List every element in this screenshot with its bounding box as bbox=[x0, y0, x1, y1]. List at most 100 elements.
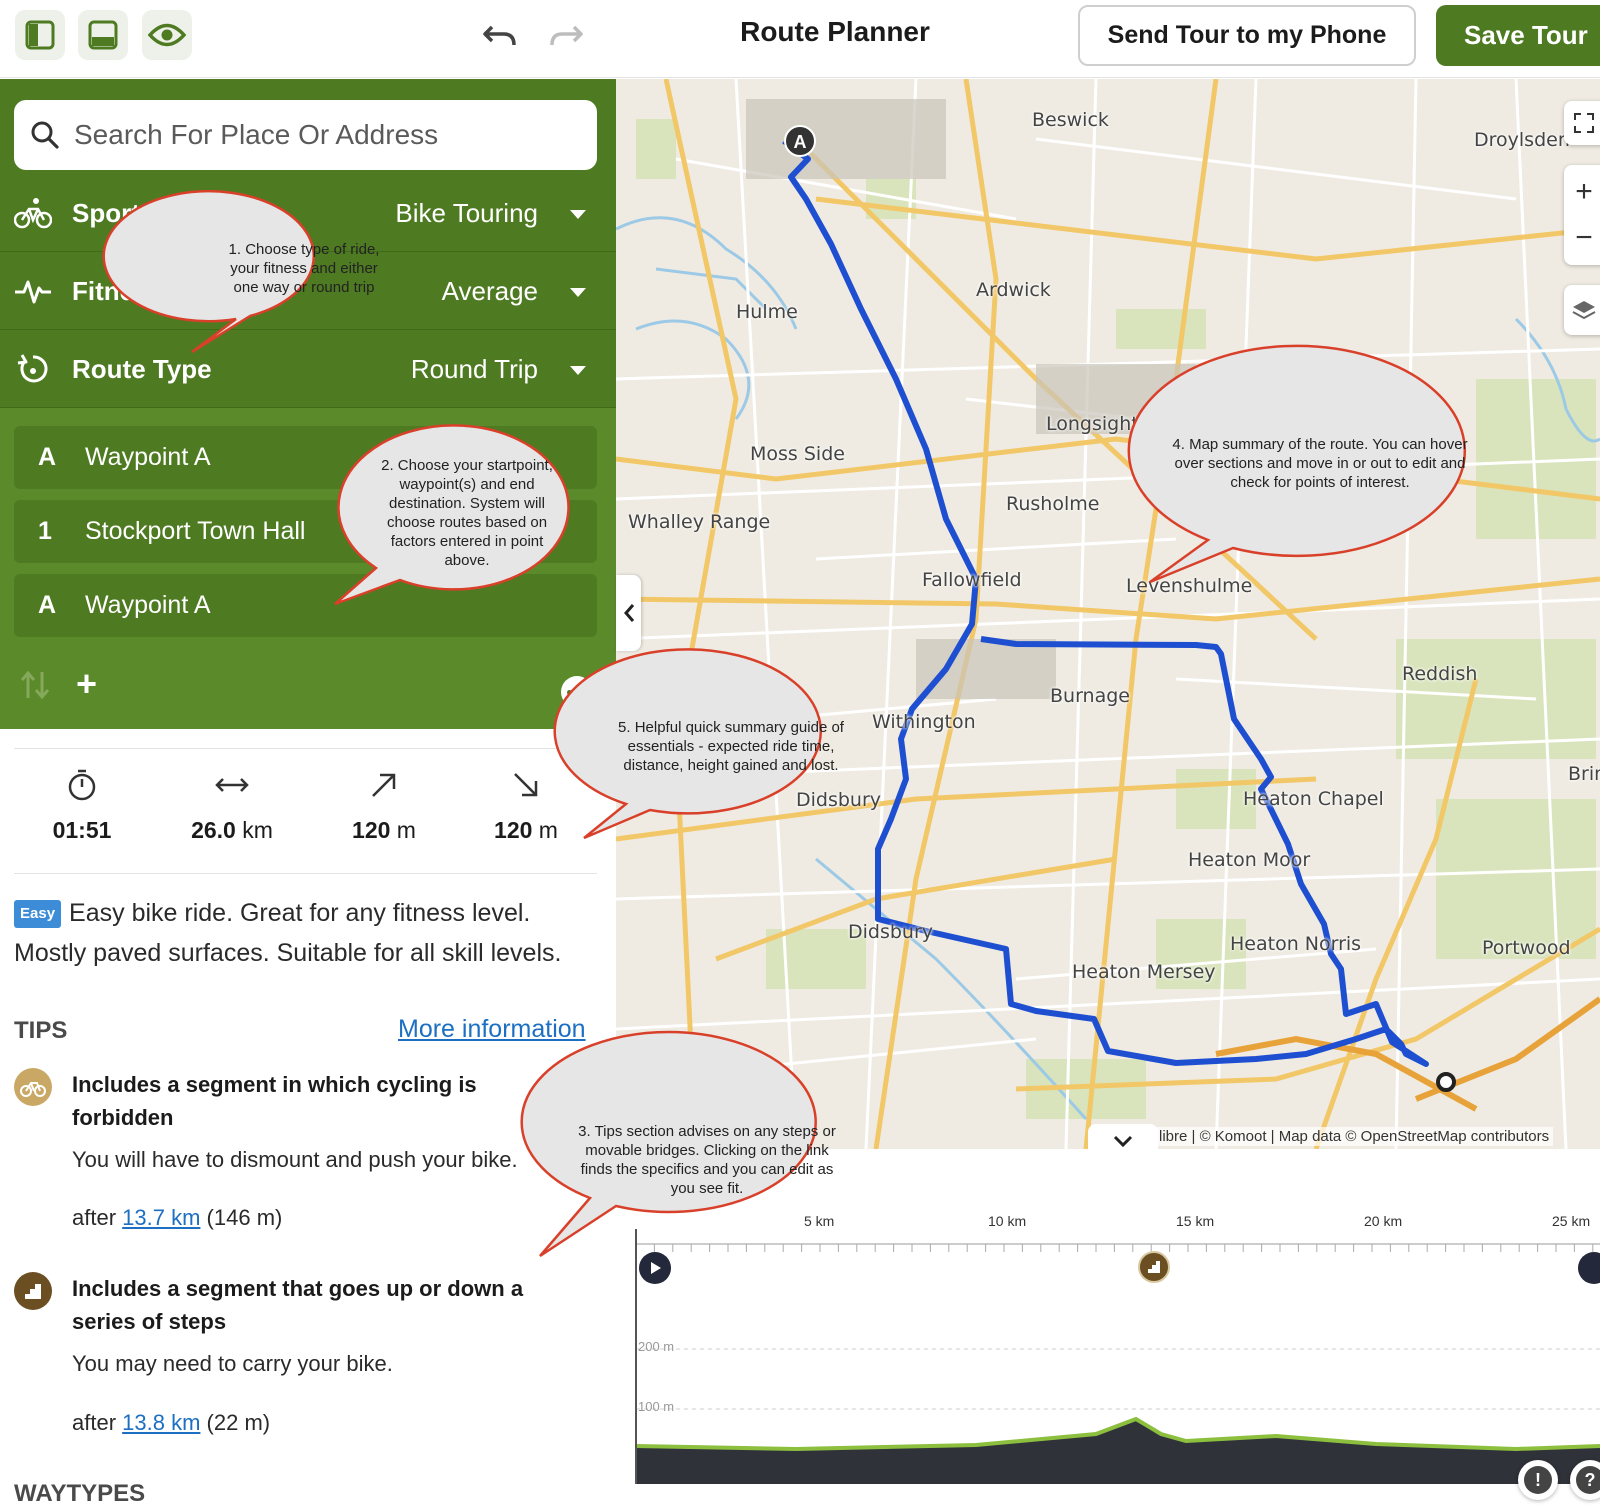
map-label: Heaton Mersey bbox=[1072, 961, 1216, 983]
tip-title: Includes a segment that goes up or down … bbox=[72, 1276, 524, 1334]
difficulty-summary: Easy Easy bike ride. Great for any fitnes… bbox=[14, 893, 604, 973]
map-label: Droylsden bbox=[1474, 129, 1570, 151]
map-label: Fallowfield bbox=[922, 569, 1022, 591]
route-type-selector[interactable]: Route Type Round Trip bbox=[0, 330, 616, 408]
uphill-icon bbox=[372, 773, 396, 797]
fullscreen-icon[interactable] bbox=[1564, 101, 1600, 145]
bottom-panel-icon[interactable] bbox=[78, 10, 128, 60]
map-label: Reddish bbox=[1402, 663, 1478, 685]
map-label: Beswick bbox=[1032, 109, 1109, 131]
layers-icon[interactable] bbox=[1564, 285, 1600, 335]
sidebar-panel-icon[interactable] bbox=[15, 10, 65, 60]
report-issue-icon[interactable]: ! bbox=[1518, 1460, 1558, 1500]
waypoint-item[interactable]: A Waypoint A bbox=[14, 574, 597, 637]
distance-icon bbox=[215, 778, 249, 792]
page-title: Route Planner bbox=[740, 16, 930, 47]
map-label: Didsbury bbox=[796, 789, 882, 811]
map-label: Ardwick bbox=[976, 279, 1051, 301]
steps-marker-icon[interactable] bbox=[1138, 1251, 1170, 1283]
route-type-label: Route Type bbox=[72, 354, 212, 384]
elevation-chart[interactable] bbox=[616, 1149, 1600, 1507]
map-label: Heaton Norris bbox=[1230, 933, 1362, 955]
callout-2-text: 2. Choose your startpoint, waypoint(s) a… bbox=[381, 457, 553, 569]
map-label: Brin bbox=[1568, 763, 1600, 785]
route-map[interactable]: A Beswick Droylsden Ardwick Hulme Longsi… bbox=[616, 79, 1600, 1149]
eye-icon[interactable] bbox=[142, 10, 192, 60]
start-marker[interactable]: A bbox=[784, 125, 816, 157]
duration-value: 01:51 bbox=[52, 817, 112, 843]
callout-1-text: 1. Choose type of ride, your fitness and… bbox=[228, 241, 380, 296]
waypoint-name[interactable]: Waypoint A bbox=[85, 443, 211, 472]
zoom-controls[interactable]: + − bbox=[1564, 165, 1600, 265]
elev-x-tick: 20 km bbox=[1364, 1213, 1403, 1229]
chevron-down-icon[interactable] bbox=[570, 288, 586, 297]
tip-location: after 13.7 km (146 m) bbox=[72, 1205, 282, 1231]
difficulty-text: Easy bike ride. Great for any fitness le… bbox=[14, 899, 562, 967]
tip-description: You may need to carry your bike. bbox=[72, 1351, 393, 1376]
elev-x-tick: 15 km bbox=[1176, 1213, 1215, 1229]
tip-distance-link[interactable]: 13.7 km bbox=[122, 1205, 200, 1230]
elev-x-tick: 5 km bbox=[804, 1213, 835, 1229]
map-label: Heaton Moor bbox=[1188, 849, 1311, 871]
tips-heading: TIPS bbox=[14, 1017, 68, 1044]
divider bbox=[14, 748, 597, 749]
stat-duration: 01:51 bbox=[12, 768, 152, 844]
zoom-out-icon[interactable]: − bbox=[1575, 223, 1593, 253]
waypoint-name[interactable]: Stockport Town Hall bbox=[85, 517, 305, 546]
route-type-value[interactable]: Round Trip bbox=[411, 354, 538, 385]
more-options-icon[interactable] bbox=[561, 676, 593, 708]
map-attribution: libre | © Komoot | Map data © OpenStreet… bbox=[1155, 1127, 1554, 1146]
search-input[interactable] bbox=[74, 119, 554, 151]
elev-y-tick: 200 m bbox=[638, 1339, 675, 1354]
add-waypoint-button[interactable]: + bbox=[76, 666, 97, 702]
chevron-down-icon[interactable] bbox=[570, 366, 586, 375]
fitness-value[interactable]: Average bbox=[442, 276, 538, 307]
chevron-left-icon bbox=[623, 604, 634, 622]
waypoint-tag: A bbox=[38, 443, 57, 471]
tip-distance-link[interactable]: 13.8 km bbox=[122, 1410, 200, 1435]
uphill-value: 120 bbox=[352, 817, 391, 843]
stat-downhill: 120 m bbox=[456, 768, 596, 844]
waypoint-name[interactable]: Waypoint A bbox=[85, 591, 211, 620]
fitness-label: Fitness bbox=[72, 276, 164, 306]
waypoint-marker[interactable] bbox=[1436, 1072, 1456, 1092]
tip-length: (22 m) bbox=[206, 1410, 271, 1435]
save-tour-button[interactable]: Save Tour bbox=[1436, 5, 1600, 66]
play-icon[interactable] bbox=[639, 1252, 671, 1284]
map-label: Withington bbox=[872, 711, 976, 733]
map-label: Whalley Range bbox=[628, 511, 771, 533]
collapse-sidebar-button[interactable] bbox=[616, 575, 641, 651]
tip-after-label: after bbox=[72, 1205, 117, 1230]
stat-distance: 26.0 km bbox=[162, 768, 302, 844]
more-information-link[interactable]: More information bbox=[398, 1015, 586, 1044]
search-box[interactable] bbox=[14, 100, 597, 170]
waytypes-heading: WAYTYPES bbox=[14, 1480, 146, 1507]
downhill-unit: m bbox=[538, 817, 558, 843]
waypoint-tag: A bbox=[38, 591, 57, 619]
zoom-in-icon[interactable]: + bbox=[1575, 177, 1593, 207]
map-label: Didsbury bbox=[848, 921, 934, 943]
divider bbox=[14, 873, 597, 874]
downhill-value: 120 bbox=[494, 817, 533, 843]
redo-icon[interactable] bbox=[544, 16, 588, 56]
elev-y-tick: 100 m bbox=[638, 1399, 675, 1414]
callout-4-text: 4. Map summary of the route. You can hov… bbox=[1172, 436, 1468, 491]
tip-after-label: after bbox=[72, 1410, 117, 1435]
map-label: Rusholme bbox=[1006, 493, 1100, 515]
no-cycling-icon bbox=[14, 1068, 52, 1106]
send-to-phone-button[interactable]: Send Tour to my Phone bbox=[1078, 5, 1416, 66]
chevron-down-icon[interactable] bbox=[570, 210, 586, 219]
distance-unit: km bbox=[242, 817, 273, 843]
callout-3-text: 3. Tips section advises on any steps or … bbox=[578, 1123, 836, 1197]
round-trip-icon bbox=[14, 350, 52, 388]
steps-icon bbox=[14, 1272, 52, 1310]
map-label: Heaton Chapel bbox=[1243, 788, 1384, 810]
route-overlay[interactable]: A bbox=[616, 79, 1600, 1149]
search-icon bbox=[31, 121, 59, 149]
undo-icon[interactable] bbox=[478, 16, 522, 56]
difficulty-badge: Easy bbox=[14, 900, 62, 928]
reverse-route-icon[interactable] bbox=[18, 668, 52, 707]
stopwatch-icon bbox=[68, 769, 96, 801]
sport-value[interactable]: Bike Touring bbox=[395, 198, 538, 229]
map-label: Moss Side bbox=[750, 443, 845, 465]
